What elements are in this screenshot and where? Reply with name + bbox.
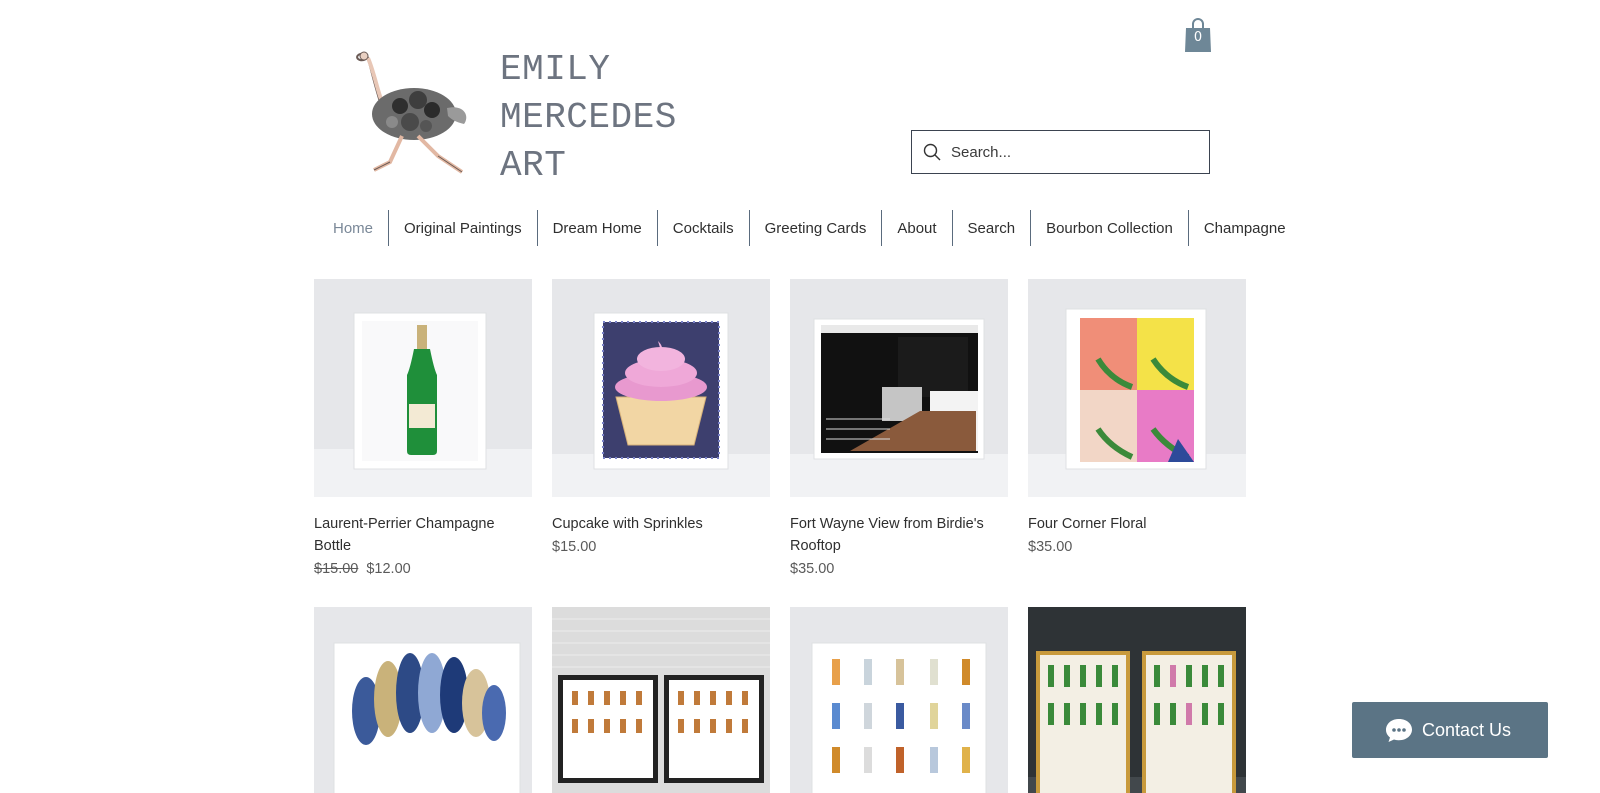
product-title[interactable]: Four Corner Floral xyxy=(1028,513,1246,535)
product-card[interactable] xyxy=(1028,607,1246,793)
nav-item-champagne[interactable]: Champagne xyxy=(1187,210,1301,246)
nav-item-about[interactable]: About xyxy=(881,210,951,246)
nav-item-bourbon-collection[interactable]: Bourbon Collection xyxy=(1030,210,1188,246)
product-image[interactable] xyxy=(552,279,770,497)
product-card[interactable]: Laurent-Perrier Champagne Bottle $15.00 $… xyxy=(314,279,532,581)
product-image[interactable] xyxy=(790,279,1008,497)
product-card[interactable] xyxy=(552,607,770,793)
chat-icon xyxy=(1386,719,1412,742)
product-image[interactable] xyxy=(1028,279,1246,497)
product-card[interactable]: Cupcake with Sprinkles $15.00 xyxy=(552,279,770,581)
product-title[interactable]: Laurent-Perrier Champagne Bottle xyxy=(314,513,532,557)
nav-item-greeting-cards[interactable]: Greeting Cards xyxy=(748,210,882,246)
original-price: $15.00 xyxy=(314,561,359,577)
search-icon xyxy=(923,143,941,161)
product-image[interactable] xyxy=(790,607,1008,793)
product-image[interactable] xyxy=(1028,607,1246,793)
search-box[interactable] xyxy=(911,130,1210,174)
product-image[interactable] xyxy=(552,607,770,793)
product-price: $35.00 xyxy=(1028,539,1073,555)
product-card[interactable]: Four Corner Floral $35.00 xyxy=(1028,279,1246,581)
product-price: $15.00 $12.00 xyxy=(314,557,532,581)
product-grid: Laurent-Perrier Champagne Bottle $15.00 $… xyxy=(314,279,1246,793)
product-price: $15.00 xyxy=(552,539,597,555)
contact-us-label: Contact Us xyxy=(1422,719,1512,740)
product-title[interactable]: Fort Wayne View from Birdie's Rooftop xyxy=(790,513,1008,557)
nav-item-search[interactable]: Search xyxy=(951,210,1031,246)
nav-item-cocktails[interactable]: Cocktails xyxy=(656,210,749,246)
nav-item-home[interactable]: Home xyxy=(318,210,388,246)
sale-price: $12.00 xyxy=(366,561,411,577)
nav-item-dream-home[interactable]: Dream Home xyxy=(536,210,657,246)
cart-count: 0 xyxy=(1193,30,1203,45)
search-input[interactable] xyxy=(951,143,1191,161)
contact-us-button[interactable]: Contact Us xyxy=(1352,702,1548,758)
product-card[interactable] xyxy=(314,607,532,793)
product-price: $35.00 xyxy=(790,561,835,577)
ostrich-logo-image[interactable] xyxy=(352,44,482,180)
nav-item-original-paintings[interactable]: Original Paintings xyxy=(388,210,537,246)
brand-line-3: ART xyxy=(500,145,567,186)
product-card[interactable]: Fort Wayne View from Birdie's Rooftop $3… xyxy=(790,279,1008,581)
product-image[interactable] xyxy=(314,279,532,497)
brand-line-2: MERCEDES xyxy=(500,97,677,138)
product-title[interactable]: Cupcake with Sprinkles xyxy=(552,513,770,535)
brand-title[interactable]: EMILY MERCEDES ART xyxy=(500,46,677,190)
main-nav: Home Original Paintings Dream Home Cockt… xyxy=(318,209,1301,247)
cart-button[interactable]: 0 xyxy=(1183,16,1213,54)
product-image[interactable] xyxy=(314,607,532,793)
product-card[interactable] xyxy=(790,607,1008,793)
brand-line-1: EMILY xyxy=(500,49,611,90)
